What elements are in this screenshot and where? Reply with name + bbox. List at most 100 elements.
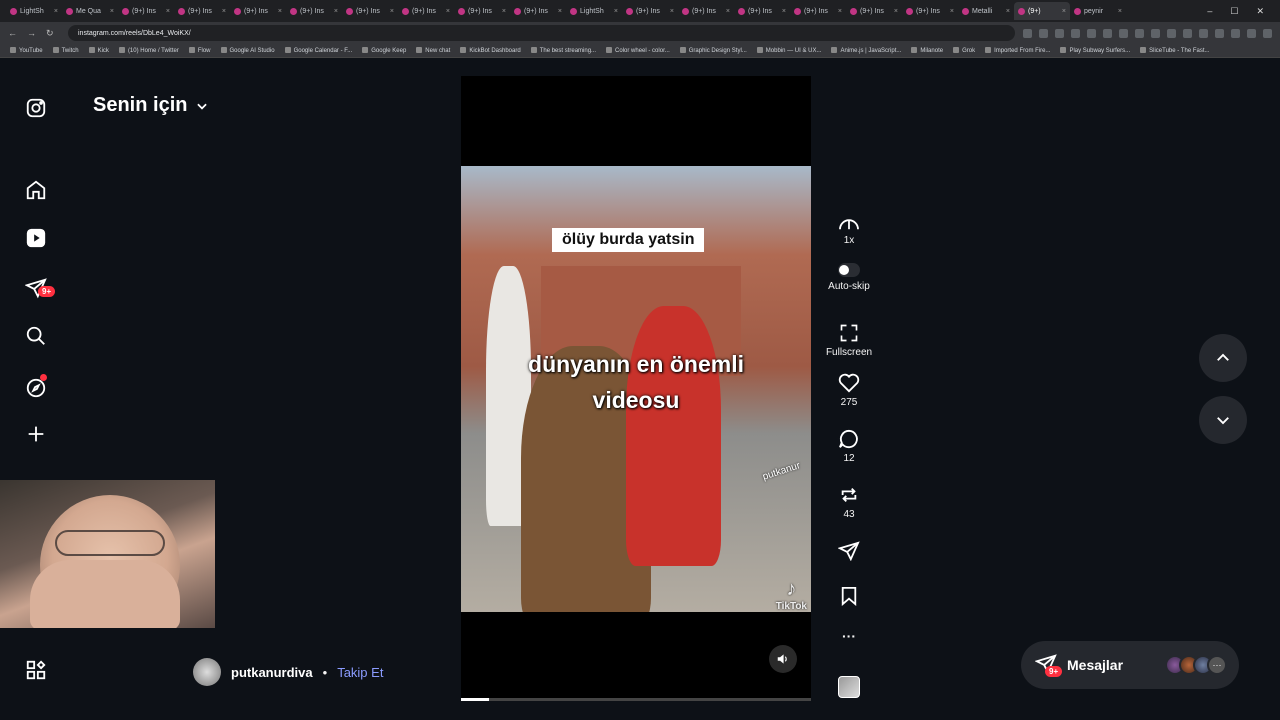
follow-button[interactable]: Takip Et: [337, 665, 383, 680]
explore-icon[interactable]: [24, 374, 48, 400]
extension-icon[interactable]: [1023, 28, 1032, 38]
reels-icon[interactable]: [24, 226, 48, 250]
tab-close-icon[interactable]: ×: [334, 8, 338, 15]
autoskip-toggle[interactable]: Auto-skip: [826, 263, 872, 292]
tab-close-icon[interactable]: ×: [390, 8, 394, 15]
back-icon[interactable]: ←: [8, 28, 17, 39]
browser-tab[interactable]: (9+) Ins ×: [902, 2, 958, 20]
tab-close-icon[interactable]: ×: [446, 8, 450, 15]
extension-icon[interactable]: [1039, 28, 1048, 38]
browser-tab[interactable]: (9+) Ins ×: [342, 2, 398, 20]
tab-close-icon[interactable]: ×: [1062, 8, 1066, 15]
search-icon[interactable]: [24, 324, 48, 348]
bookmark-item[interactable]: New chat: [416, 47, 450, 54]
browser-tab[interactable]: Metalli ×: [958, 2, 1014, 20]
tab-close-icon[interactable]: ×: [782, 8, 786, 15]
author-name[interactable]: putkanurdiva: [231, 665, 313, 680]
bookmark-item[interactable]: Milanote: [911, 47, 943, 54]
browser-tab[interactable]: LightSh ×: [6, 2, 62, 20]
tab-close-icon[interactable]: ×: [894, 8, 898, 15]
extension-icon[interactable]: [1167, 28, 1176, 38]
repost-button[interactable]: 43: [826, 485, 872, 520]
browser-tab[interactable]: (9+) Ins ×: [118, 2, 174, 20]
feed-selector[interactable]: Senin için: [93, 94, 209, 117]
browser-tab[interactable]: (9+) Ins ×: [398, 2, 454, 20]
tab-close-icon[interactable]: ×: [222, 8, 226, 15]
extension-icon[interactable]: [1199, 28, 1208, 38]
tab-close-icon[interactable]: ×: [54, 8, 58, 15]
browser-tab[interactable]: LightSh ×: [566, 2, 622, 20]
extension-icon[interactable]: [1071, 28, 1080, 38]
bookmark-item[interactable]: KickBot Dashboard: [460, 47, 520, 54]
address-bar[interactable]: instagram.com/reels/DbLe4_WoiKX/: [68, 25, 1015, 41]
browser-tab[interactable]: (9+) Ins ×: [174, 2, 230, 20]
maximize-icon[interactable]: ☐: [1230, 6, 1238, 17]
extension-icon[interactable]: [1119, 28, 1128, 38]
bookmark-item[interactable]: (10) Home / Twitter: [119, 47, 179, 54]
extension-icon[interactable]: [1215, 28, 1224, 38]
bookmark-item[interactable]: Google Keep: [362, 47, 406, 54]
browser-tab[interactable]: (9+) Ins ×: [510, 2, 566, 20]
tab-close-icon[interactable]: ×: [558, 8, 562, 15]
tab-close-icon[interactable]: ×: [614, 8, 618, 15]
browser-tab[interactable]: peynir ×: [1070, 2, 1126, 20]
next-reel-button[interactable]: [1199, 396, 1247, 444]
reel-video[interactable]: ölüy burda yatsin dünyanın en önemli vid…: [461, 166, 811, 612]
bookmark-item[interactable]: Twitch: [53, 47, 79, 54]
tab-close-icon[interactable]: ×: [726, 8, 730, 15]
browser-tab[interactable]: (9+) Ins ×: [622, 2, 678, 20]
extension-icon[interactable]: [1247, 28, 1256, 38]
browser-tab[interactable]: (9+) Ins ×: [790, 2, 846, 20]
browser-tab[interactable]: (9+) Ins ×: [734, 2, 790, 20]
tab-close-icon[interactable]: ×: [950, 8, 954, 15]
previous-reel-button[interactable]: [1199, 334, 1247, 382]
forward-icon[interactable]: →: [27, 28, 36, 39]
tab-close-icon[interactable]: ×: [838, 8, 842, 15]
extension-icon[interactable]: [1055, 28, 1064, 38]
extension-icon[interactable]: [1103, 28, 1112, 38]
extension-icon[interactable]: [1231, 28, 1240, 38]
tab-close-icon[interactable]: ×: [1006, 8, 1010, 15]
tab-close-icon[interactable]: ×: [670, 8, 674, 15]
browser-tab[interactable]: (9+) Ins ×: [846, 2, 902, 20]
instagram-logo-icon[interactable]: [24, 96, 48, 120]
extension-icon[interactable]: [1135, 28, 1144, 38]
reel-player[interactable]: ölüy burda yatsin dünyanın en önemli vid…: [461, 76, 811, 701]
bookmark-item[interactable]: YouTube: [10, 47, 43, 54]
messages-button[interactable]: 9+ Mesajlar ···: [1021, 641, 1239, 689]
bookmark-item[interactable]: Google AI Studio: [221, 47, 275, 54]
browser-tab[interactable]: Me Qua ×: [62, 2, 118, 20]
create-icon[interactable]: [24, 422, 48, 446]
tab-close-icon[interactable]: ×: [110, 8, 114, 15]
tab-close-icon[interactable]: ×: [278, 8, 282, 15]
save-button[interactable]: [826, 586, 872, 606]
extension-icon[interactable]: [1087, 28, 1096, 38]
bookmark-item[interactable]: The best streaming...: [531, 47, 596, 54]
playback-speed-button[interactable]: 1x: [826, 213, 872, 246]
browser-tab[interactable]: (9+) Ins ×: [230, 2, 286, 20]
bookmark-item[interactable]: Graphic Design Styl...: [680, 47, 747, 54]
bookmark-item[interactable]: Imported From Fire...: [985, 47, 1050, 54]
fullscreen-button[interactable]: Fullscreen: [826, 323, 872, 358]
tab-close-icon[interactable]: ×: [1118, 8, 1122, 15]
comment-button[interactable]: 12: [826, 429, 872, 464]
bookmark-item[interactable]: Mobbin — UI & UX...: [757, 47, 822, 54]
bookmark-item[interactable]: SliceTube - The Fast...: [1140, 47, 1209, 54]
bookmark-item[interactable]: Anime.js | JavaScript...: [831, 47, 901, 54]
minimize-icon[interactable]: –: [1207, 6, 1212, 17]
browser-tab[interactable]: (9+) Ins ×: [678, 2, 734, 20]
close-window-icon[interactable]: ✕: [1256, 6, 1264, 17]
volume-button[interactable]: [769, 645, 797, 673]
tab-close-icon[interactable]: ×: [502, 8, 506, 15]
more-options-button[interactable]: ···: [826, 628, 872, 644]
extension-icon[interactable]: [1151, 28, 1160, 38]
more-menu-icon[interactable]: [24, 658, 48, 682]
tab-close-icon[interactable]: ×: [166, 8, 170, 15]
messages-icon[interactable]: 9+: [24, 276, 56, 300]
browser-tab[interactable]: (9+) Ins ×: [286, 2, 342, 20]
browser-tab[interactable]: (9+) Ins ×: [454, 2, 510, 20]
bookmark-item[interactable]: Kick: [89, 47, 109, 54]
like-button[interactable]: 275: [826, 373, 872, 408]
bookmark-item[interactable]: Color wheel - color...: [606, 47, 670, 54]
browser-tab[interactable]: (9+) ×: [1014, 2, 1070, 20]
